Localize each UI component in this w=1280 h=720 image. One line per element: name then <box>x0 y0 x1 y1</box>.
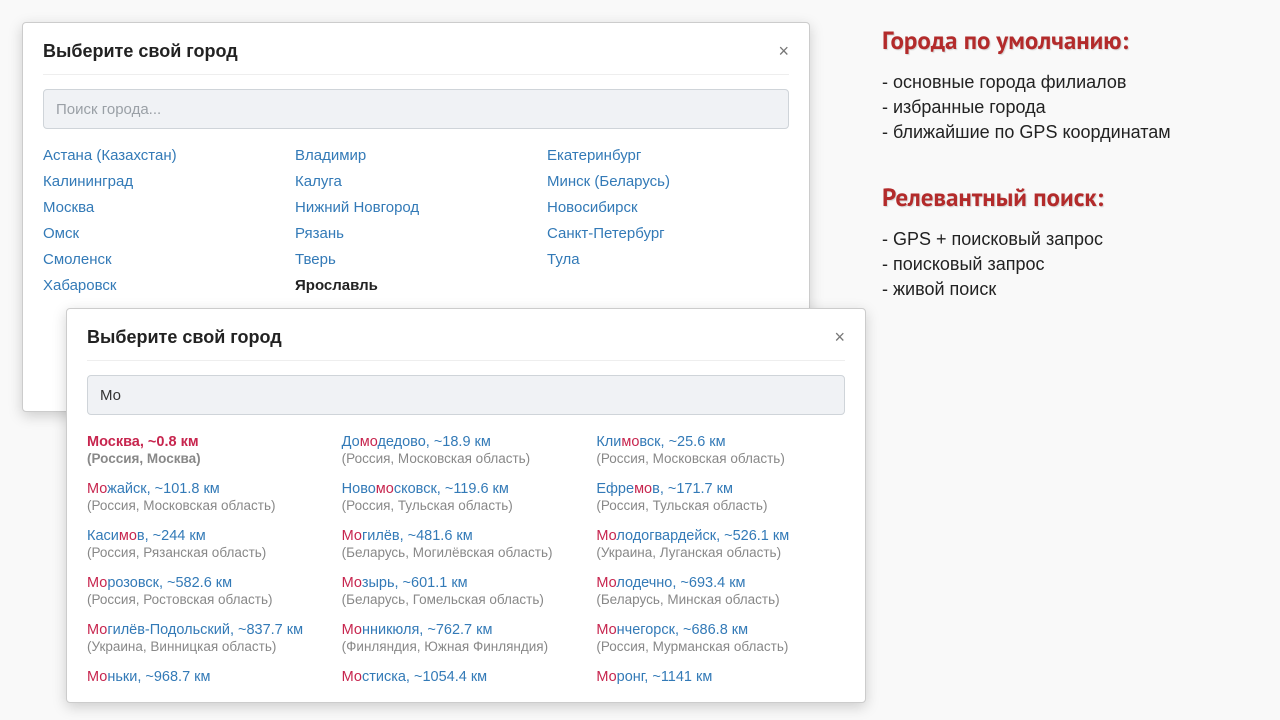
city-link[interactable]: Хабаровск <box>43 277 285 294</box>
city-link[interactable]: Нижний Новгород <box>295 199 537 216</box>
result-item[interactable]: Домодедово, ~18.9 км(Россия, Московская … <box>342 433 589 468</box>
city-link[interactable]: Новосибирск <box>547 199 789 216</box>
city-link[interactable]: Москва <box>43 199 285 216</box>
result-name: Климовск, ~25.6 км <box>596 433 843 451</box>
result-sub: (Украина, Луганская область) <box>596 545 843 562</box>
result-item[interactable]: Мостиска, ~1054.4 км <box>342 668 589 686</box>
anno-list-search: GPS + поисковый запроспоисковый запросжи… <box>882 227 1262 302</box>
result-sub: (Беларусь, Гомельская область) <box>342 592 589 609</box>
result-name: Морозовск, ~582.6 км <box>87 574 334 592</box>
result-name: Ефремов, ~171.7 км <box>596 480 843 498</box>
result-name: Домодедово, ~18.9 км <box>342 433 589 451</box>
city-link[interactable]: Рязань <box>295 225 537 242</box>
anno-item: избранные города <box>882 95 1262 120</box>
modal-header: Выберите свой город × <box>87 327 845 361</box>
city-link[interactable]: Екатеринбург <box>547 147 789 164</box>
result-sub: (Россия, Ростовская область) <box>87 592 334 609</box>
modal-header: Выберите свой город × <box>43 41 789 75</box>
result-name: Мозырь, ~601.1 км <box>342 574 589 592</box>
anno-item: поисковый запрос <box>882 252 1262 277</box>
result-name: Могилёв, ~481.6 км <box>342 527 589 545</box>
result-name: Новомосковск, ~119.6 км <box>342 480 589 498</box>
result-name: Мончегорск, ~686.8 км <box>596 621 843 639</box>
result-sub: (Россия, Москва) <box>87 451 334 468</box>
result-item[interactable]: Мозырь, ~601.1 км(Беларусь, Гомельская о… <box>342 574 589 609</box>
result-item[interactable]: Новомосковск, ~119.6 км(Россия, Тульская… <box>342 480 589 515</box>
result-name: Молодогвардейск, ~526.1 км <box>596 527 843 545</box>
result-item[interactable]: Можайск, ~101.8 км(Россия, Московская об… <box>87 480 334 515</box>
city-search-input[interactable] <box>87 375 845 415</box>
result-sub: (Украина, Винницкая область) <box>87 639 334 656</box>
anno-heading-defaults: Города по умолчанию: <box>882 24 1262 56</box>
anno-heading-search: Релевантный поиск: <box>882 181 1262 213</box>
anno-item: ближайшие по GPS координатам <box>882 120 1262 145</box>
city-link[interactable]: Тула <box>547 251 789 268</box>
city-link[interactable]: Смоленск <box>43 251 285 268</box>
result-name: Моньки, ~968.7 км <box>87 668 334 686</box>
result-item[interactable]: Монникюля, ~762.7 км(Финляндия, Южная Фи… <box>342 621 589 656</box>
result-item[interactable]: Ефремов, ~171.7 км(Россия, Тульская обла… <box>596 480 843 515</box>
result-item[interactable]: Молодечно, ~693.4 км(Беларусь, Минская о… <box>596 574 843 609</box>
result-sub: (Беларусь, Минская область) <box>596 592 843 609</box>
result-sub: (Россия, Рязанская область) <box>87 545 334 562</box>
result-sub: (Россия, Тульская область) <box>596 498 843 515</box>
result-item[interactable]: Моронг, ~1141 км <box>596 668 843 686</box>
result-sub: (Россия, Тульская область) <box>342 498 589 515</box>
modal-title: Выберите свой город <box>87 327 282 348</box>
result-item[interactable]: Молодогвардейск, ~526.1 км(Украина, Луга… <box>596 527 843 562</box>
city-link[interactable]: Санкт-Петербург <box>547 225 789 242</box>
anno-item: основные города филиалов <box>882 70 1262 95</box>
result-name: Молодечно, ~693.4 км <box>596 574 843 592</box>
modal-title: Выберите свой город <box>43 41 238 62</box>
result-item[interactable]: Моньки, ~968.7 км <box>87 668 334 686</box>
search-results[interactable]: Москва, ~0.8 км(Россия, Москва)Домодедов… <box>87 433 845 686</box>
close-icon[interactable]: × <box>834 327 845 348</box>
result-item[interactable]: Москва, ~0.8 км(Россия, Москва) <box>87 433 334 468</box>
city-link[interactable]: Владимир <box>295 147 537 164</box>
result-sub: (Финляндия, Южная Финляндия) <box>342 639 589 656</box>
anno-list-defaults: основные города филиаловизбранные города… <box>882 70 1262 145</box>
city-link[interactable]: Астана (Казахстан) <box>43 147 285 164</box>
result-name: Монникюля, ~762.7 км <box>342 621 589 639</box>
city-picker-search: Выберите свой город × Москва, ~0.8 км(Ро… <box>66 308 866 703</box>
result-name: Можайск, ~101.8 км <box>87 480 334 498</box>
result-name: Москва, ~0.8 км <box>87 433 334 451</box>
result-sub: (Беларусь, Могилёвская область) <box>342 545 589 562</box>
result-item[interactable]: Могилёв, ~481.6 км(Беларусь, Могилёвская… <box>342 527 589 562</box>
result-name: Касимов, ~244 км <box>87 527 334 545</box>
result-item[interactable]: Мончегорск, ~686.8 км(Россия, Мурманская… <box>596 621 843 656</box>
result-name: Могилёв-Подольский, ~837.7 км <box>87 621 334 639</box>
annotation-panel: Города по умолчанию: основные города фил… <box>882 24 1262 338</box>
city-link[interactable]: Калининград <box>43 173 285 190</box>
anno-item: GPS + поисковый запрос <box>882 227 1262 252</box>
result-item[interactable]: Могилёв-Подольский, ~837.7 км(Украина, В… <box>87 621 334 656</box>
city-link[interactable]: Тверь <box>295 251 537 268</box>
result-sub: (Россия, Московская область) <box>342 451 589 468</box>
city-link[interactable]: Омск <box>43 225 285 242</box>
default-city-grid: Астана (Казахстан) Владимир Екатеринбург Ка… <box>43 147 789 294</box>
result-name: Моронг, ~1141 км <box>596 668 843 686</box>
anno-item: живой поиск <box>882 277 1262 302</box>
result-item[interactable]: Морозовск, ~582.6 км(Россия, Ростовская … <box>87 574 334 609</box>
city-link[interactable]: Ярославль <box>295 277 537 294</box>
close-icon[interactable]: × <box>778 41 789 62</box>
city-search-input[interactable] <box>43 89 789 129</box>
result-item[interactable]: Климовск, ~25.6 км(Россия, Московская об… <box>596 433 843 468</box>
result-name: Мостиска, ~1054.4 км <box>342 668 589 686</box>
result-sub: (Россия, Московская область) <box>87 498 334 515</box>
result-sub: (Россия, Московская область) <box>596 451 843 468</box>
result-sub: (Россия, Мурманская область) <box>596 639 843 656</box>
city-link[interactable]: Минск (Беларусь) <box>547 173 789 190</box>
city-link[interactable]: Калуга <box>295 173 537 190</box>
result-item[interactable]: Касимов, ~244 км(Россия, Рязанская облас… <box>87 527 334 562</box>
